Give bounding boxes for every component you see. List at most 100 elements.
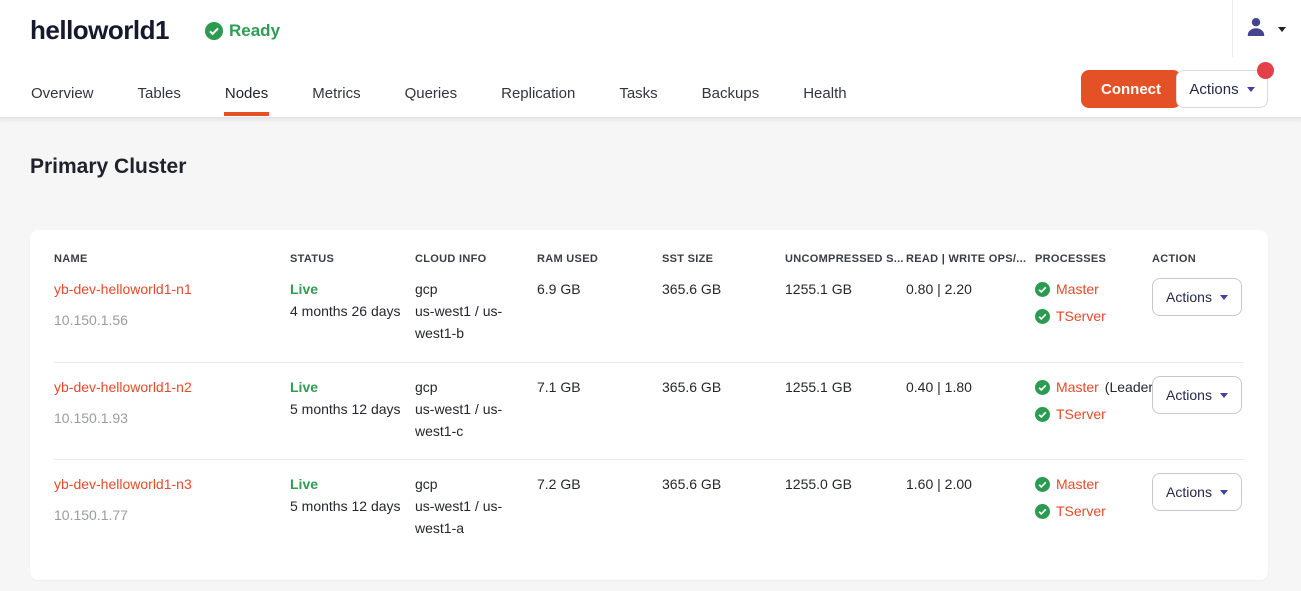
ram-used-value: 7.1 GB: [537, 376, 662, 443]
actions-button-label: Actions: [1166, 289, 1212, 305]
tab-queries[interactable]: Queries: [383, 69, 480, 117]
col-sst-size: SST SIZE: [662, 253, 785, 265]
check-circle-icon: [1035, 380, 1050, 395]
user-profile-icon: [1244, 15, 1268, 44]
tab-tables[interactable]: Tables: [116, 69, 203, 117]
node-name-link[interactable]: yb-dev-helloworld1-n2: [54, 376, 192, 398]
col-uncompressed: UNCOMPRESSED S...: [785, 253, 906, 265]
tab-label: Tasks: [619, 85, 657, 102]
tab-overview[interactable]: Overview: [9, 69, 116, 117]
col-name: NAME: [54, 253, 290, 265]
col-read-write-ops: READ | WRITE OPS/...: [906, 253, 1035, 265]
node-name-link[interactable]: yb-dev-helloworld1-n3: [54, 473, 192, 495]
tab-label: Overview: [31, 85, 94, 102]
universe-actions-button[interactable]: Actions: [1176, 70, 1268, 108]
process-label[interactable]: TServer: [1056, 305, 1106, 327]
read-write-ops-value: 0.40 | 1.80: [906, 376, 1035, 443]
cloud-provider: gcp: [415, 473, 527, 495]
universe-status-label: Ready: [229, 21, 280, 41]
tab-label: Replication: [501, 85, 575, 102]
read-write-ops-value: 1.60 | 2.00: [906, 473, 1035, 540]
chevron-down-icon: [1278, 27, 1286, 32]
connect-button[interactable]: Connect: [1081, 70, 1181, 108]
process-label[interactable]: Master: [1056, 278, 1099, 300]
check-circle-icon: [1035, 477, 1050, 492]
check-circle-icon: [1035, 504, 1050, 519]
notification-dot: [1257, 62, 1274, 79]
table-row: yb-dev-helloworld1-n3 10.150.1.77 Live 5…: [54, 459, 1244, 556]
tab-label: Queries: [405, 85, 458, 102]
read-write-ops-value: 0.80 | 2.20: [906, 278, 1035, 346]
process-master: Master: [1035, 473, 1142, 495]
process-label[interactable]: Master: [1056, 473, 1099, 495]
tab-backups[interactable]: Backups: [680, 69, 782, 117]
table-row: yb-dev-helloworld1-n2 10.150.1.93 Live 5…: [54, 362, 1244, 459]
col-cloud-info: CLOUD INFO: [415, 253, 537, 265]
cloud-provider: gcp: [415, 376, 527, 398]
process-label[interactable]: TServer: [1056, 403, 1106, 425]
process-tserver: TServer: [1035, 403, 1142, 425]
page-title: Primary Cluster: [30, 155, 186, 179]
node-ip: 10.150.1.77: [54, 504, 280, 526]
tab-label: Tables: [138, 85, 181, 102]
sst-size-value: 365.6 GB: [662, 376, 785, 443]
nodes-table-card: NAME STATUS CLOUD INFO RAM USED SST SIZE…: [30, 230, 1268, 580]
node-uptime: 5 months 12 days: [290, 398, 405, 420]
region-zone: us-west1 / us-west1-b: [415, 300, 527, 344]
actions-button-label: Actions: [1166, 484, 1212, 500]
col-status: STATUS: [290, 253, 415, 265]
tab-replication[interactable]: Replication: [479, 69, 597, 117]
node-status: Live: [290, 473, 405, 495]
table-header-row: NAME STATUS CLOUD INFO RAM USED SST SIZE…: [54, 230, 1244, 265]
region-zone: us-west1 / us-west1-a: [415, 495, 527, 539]
process-master: Master: [1035, 278, 1142, 300]
tab-metrics[interactable]: Metrics: [290, 69, 382, 117]
check-circle-icon: [205, 22, 223, 40]
node-status: Live: [290, 376, 405, 398]
uncompressed-value: 1255.1 GB: [785, 278, 906, 346]
check-circle-icon: [1035, 282, 1050, 297]
chevron-down-icon: [1220, 393, 1228, 398]
ram-used-value: 6.9 GB: [537, 278, 662, 346]
sst-size-value: 365.6 GB: [662, 278, 785, 346]
node-status: Live: [290, 278, 405, 300]
sst-size-value: 365.6 GB: [662, 473, 785, 540]
active-tab-underline: [224, 112, 269, 116]
tab-label: Health: [803, 85, 846, 102]
process-tserver: TServer: [1035, 500, 1142, 522]
user-menu-button[interactable]: [1244, 14, 1296, 44]
node-uptime: 4 months 26 days: [290, 300, 405, 322]
chevron-down-icon: [1220, 490, 1228, 495]
process-tserver: TServer: [1035, 305, 1142, 327]
node-actions-button[interactable]: Actions: [1152, 473, 1242, 511]
uncompressed-value: 1255.1 GB: [785, 376, 906, 443]
nav-tabs: Overview Tables Nodes Metrics Queries Re…: [9, 69, 869, 117]
cloud-provider: gcp: [415, 278, 527, 300]
table-row: yb-dev-helloworld1-n1 10.150.1.56 Live 4…: [54, 265, 1244, 362]
tab-label: Backups: [702, 85, 760, 102]
region-zone: us-west1 / us-west1-c: [415, 398, 527, 442]
chevron-down-icon: [1247, 87, 1255, 92]
page-content: Primary Cluster NAME STATUS CLOUD INFO R…: [0, 117, 1301, 591]
tab-tasks[interactable]: Tasks: [597, 69, 679, 117]
node-ip: 10.150.1.56: [54, 309, 280, 331]
node-name-link[interactable]: yb-dev-helloworld1-n1: [54, 278, 192, 300]
process-label[interactable]: Master: [1056, 376, 1099, 398]
tab-label: Metrics: [312, 85, 360, 102]
universe-status-badge: Ready: [205, 21, 280, 41]
tab-nodes[interactable]: Nodes: [203, 69, 290, 117]
process-suffix: (Leader): [1105, 376, 1158, 398]
universe-title: helloworld1: [30, 15, 169, 46]
ram-used-value: 7.2 GB: [537, 473, 662, 540]
tab-label: Nodes: [225, 85, 268, 102]
node-ip: 10.150.1.93: [54, 407, 280, 429]
uncompressed-value: 1255.0 GB: [785, 473, 906, 540]
chevron-down-icon: [1220, 295, 1228, 300]
node-actions-button[interactable]: Actions: [1152, 278, 1242, 316]
process-label[interactable]: TServer: [1056, 500, 1106, 522]
col-processes: PROCESSES: [1035, 253, 1152, 265]
tab-health[interactable]: Health: [781, 69, 868, 117]
check-circle-icon: [1035, 309, 1050, 324]
header-divider: [1232, 0, 1233, 57]
node-actions-button[interactable]: Actions: [1152, 376, 1242, 414]
